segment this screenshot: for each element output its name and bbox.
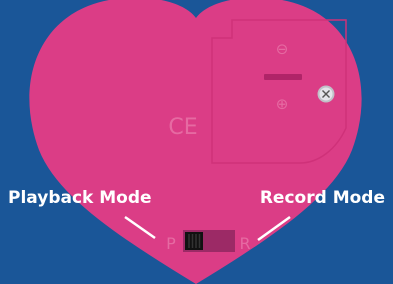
minus-icon: ⊖	[276, 40, 289, 58]
playback-mode-label: Playback Mode	[8, 188, 152, 208]
ce-mark: CE	[168, 115, 197, 140]
battery-bar	[264, 74, 302, 80]
record-mode-label: Record Mode	[259, 188, 385, 208]
screw-icon	[317, 85, 335, 103]
heart-device-illustration: ⊖ ⊕ CE P R	[29, 0, 362, 284]
switch-letter-r: R	[239, 234, 250, 253]
plus-icon: ⊕	[276, 95, 289, 113]
mode-switch-knob[interactable]	[185, 232, 203, 250]
switch-letter-p: P	[166, 234, 176, 253]
